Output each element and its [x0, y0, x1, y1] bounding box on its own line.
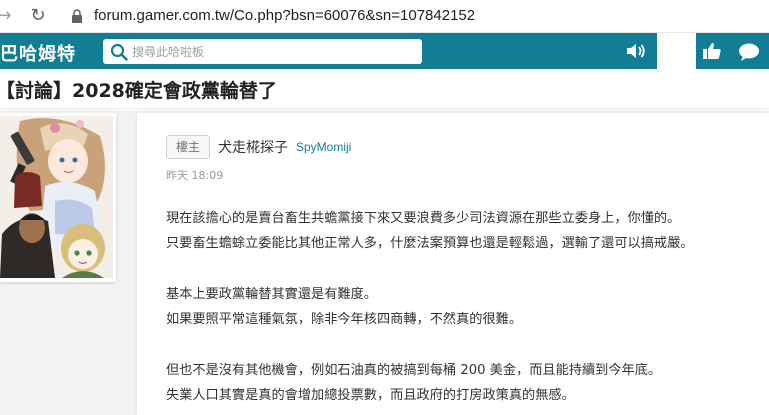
- author-avatar[interactable]: [0, 116, 113, 278]
- back-arrow-icon[interactable]: →: [0, 6, 14, 26]
- post-body-line: 現在該擔心的是賣台畜生共蟾黨接下來又要浪費多少司法資源在那些立委身上，你懂的。: [166, 211, 681, 226]
- post-body-line: 如果要照平常這種氣氛，除非今年核四商轉，不然真的很難。: [166, 312, 523, 327]
- search-box[interactable]: [103, 39, 422, 64]
- speaker-icon[interactable]: [625, 42, 647, 60]
- post-body-line: 只要畜生蟾蜍立委能比其他正常人多，什麼法案預算也還是輕鬆過，選輸了還可以搞戒嚴。: [166, 236, 694, 251]
- reload-icon[interactable]: ↻: [28, 6, 48, 26]
- address-bar-url[interactable]: forum.gamer.com.tw/Co.php?bsn=60076&sn=1…: [94, 7, 475, 24]
- post-body-line: 基本上要政黨輪替其實還是有難度。: [166, 287, 377, 302]
- search-input[interactable]: [132, 41, 412, 62]
- thread-title: 【討論】2028確定會政黨輪替了: [0, 80, 277, 102]
- post-timestamp[interactable]: 昨天 18:09: [166, 167, 223, 183]
- thumbs-up-icon[interactable]: [702, 42, 722, 60]
- lock-icon[interactable]: [70, 9, 84, 24]
- chat-bubble-icon[interactable]: [738, 42, 760, 62]
- site-logo[interactable]: 巴哈姆特: [0, 40, 76, 66]
- floor-badge[interactable]: 樓主: [166, 135, 210, 159]
- author-id[interactable]: SpyMomiji: [296, 140, 351, 154]
- post-body-line: 但也不是沒有其他機會，例如石油真的被搞到每桶 200 美金，而且能持續到今年底。: [166, 363, 662, 378]
- search-icon[interactable]: [110, 43, 128, 61]
- author-name[interactable]: 犬走椛探子: [218, 137, 288, 157]
- post-body-line: 失業人口其實是真的會增加總投票數，而且政府的打房政策真的無感。: [166, 388, 575, 403]
